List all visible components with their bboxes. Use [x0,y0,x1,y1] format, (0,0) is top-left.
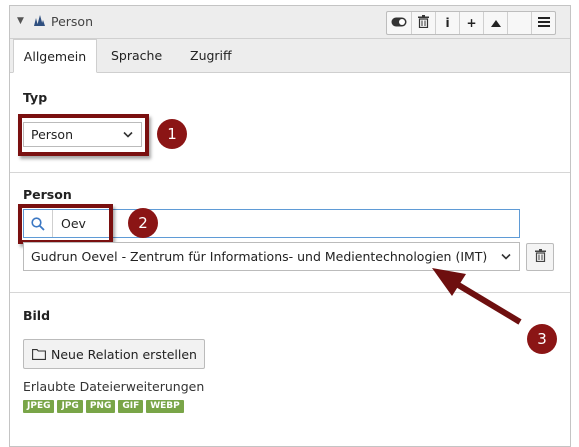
annotation-badge-3: 3 [527,324,557,354]
annotation-arrow [432,268,522,325]
